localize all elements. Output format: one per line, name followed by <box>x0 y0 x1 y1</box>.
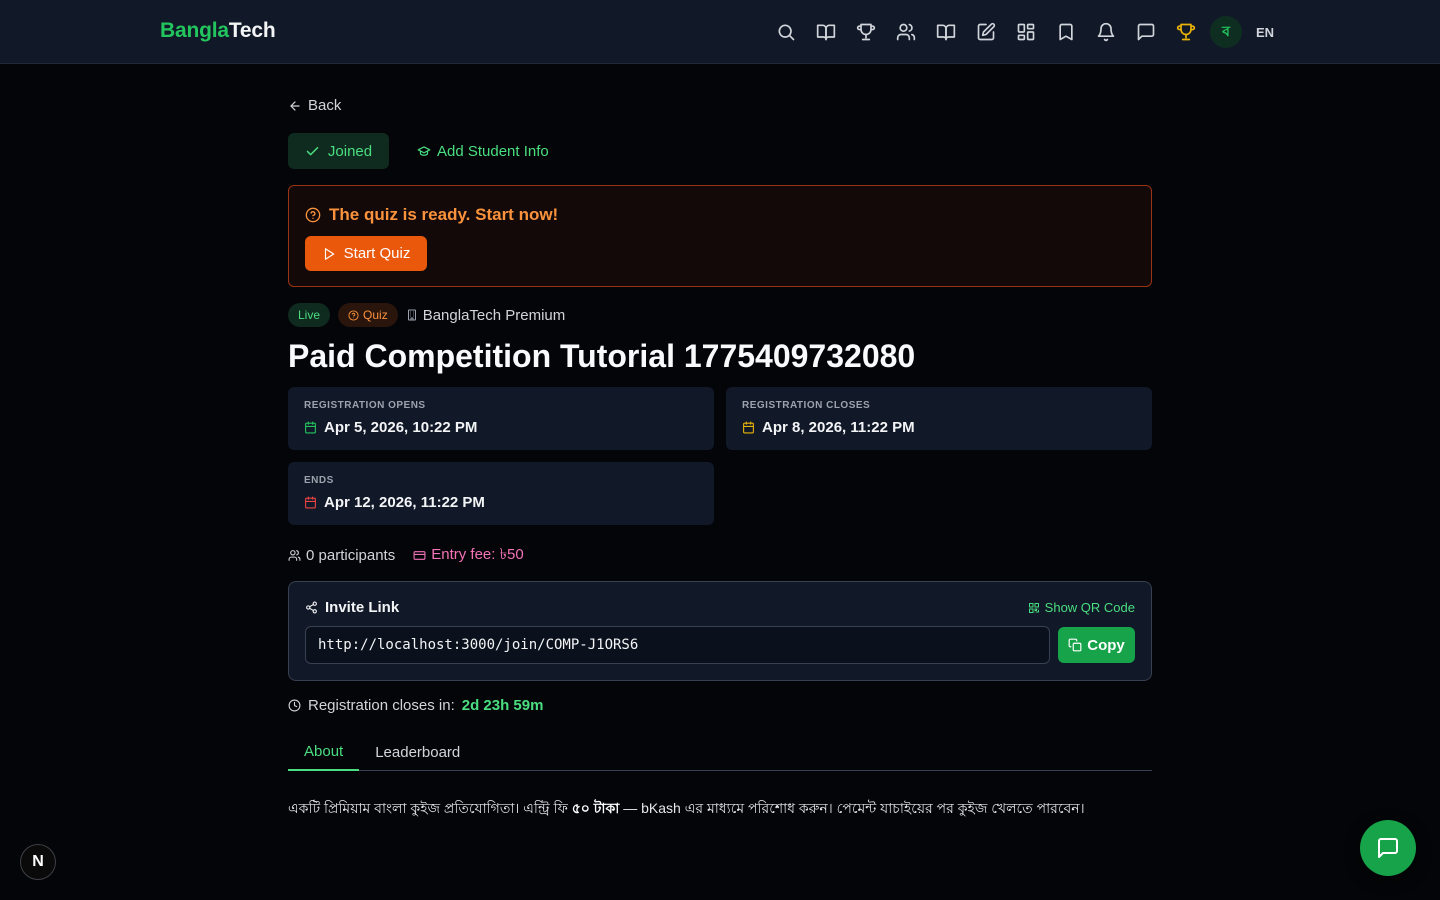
tab-leaderboard[interactable]: Leaderboard <box>359 734 476 771</box>
alert-title: The quiz is ready. Start now! <box>305 205 558 225</box>
page-title: Paid Competition Tutorial 1775409732080 <box>288 338 916 374</box>
book-icon[interactable] <box>806 12 846 52</box>
description-part-1: একটি প্রিমিয়াম বাংলা কুইজ প্রতিযোগিতা। … <box>288 800 572 816</box>
registration-opens-label: REGISTRATION OPENS <box>304 400 426 411</box>
countdown-label: Registration closes in: <box>308 697 455 714</box>
competition-meta: 0 participants Entry fee: ৳50 <box>288 544 524 566</box>
registration-opens-value-row: Apr 5, 2026, 10:22 PM <box>304 419 477 436</box>
registration-closes-label: REGISTRATION CLOSES <box>742 400 871 411</box>
bookmark-icon[interactable] <box>1046 12 1086 52</box>
quiz-badge-label: Quiz <box>363 308 388 322</box>
invite-title: Invite Link <box>305 599 399 616</box>
entry-fee: Entry fee: ৳50 <box>413 543 524 568</box>
ends-value-row: Apr 12, 2026, 11:22 PM <box>304 494 485 511</box>
message-icon <box>1378 838 1398 858</box>
back-label: Back <box>308 97 342 114</box>
registration-countdown: Registration closes in: 2d 23h 59m <box>288 697 543 714</box>
share-icon <box>306 601 317 614</box>
countdown-value: 2d 23h 59m <box>461 697 544 714</box>
tab-about[interactable]: About <box>288 734 360 771</box>
nextjs-dev-badge[interactable]: N <box>20 844 56 880</box>
organizer-name: BanglaTech Premium <box>422 306 566 324</box>
calendar-icon <box>305 496 316 509</box>
users-icon[interactable] <box>886 12 926 52</box>
copy-icon <box>1068 638 1082 652</box>
quiz-ready-alert: The quiz is ready. Start now! Start Quiz <box>288 185 1152 287</box>
calendar-icon <box>305 421 316 434</box>
copy-label: Copy <box>1087 636 1125 654</box>
credit-card-icon <box>413 550 426 560</box>
trophy-gold-icon[interactable] <box>1166 12 1206 52</box>
invite-link-panel: Invite Link Show QR Code Copy <box>288 581 1152 681</box>
registration-closes-value: Apr 8, 2026, 11:22 PM <box>762 419 915 436</box>
users-icon <box>288 549 301 561</box>
ends-value: Apr 12, 2026, 11:22 PM <box>324 494 485 511</box>
description-part-2: — bKash এর মাধ্যমে পরিশোধ করুন। পেমেন্ট … <box>619 800 1085 816</box>
play-icon <box>324 247 334 260</box>
competition-tags: Live Quiz BanglaTech Premium <box>288 303 565 327</box>
quiz-badge: Quiz <box>338 303 398 327</box>
joined-button[interactable]: Joined <box>288 133 389 169</box>
language-toggle[interactable]: EN <box>1256 25 1274 40</box>
back-link[interactable]: Back <box>288 97 341 114</box>
top-navbar: BanglaTech ব EN <box>0 0 1440 64</box>
brand-logo[interactable]: BanglaTech <box>160 19 276 43</box>
invite-link-input[interactable] <box>305 626 1050 664</box>
edit-icon[interactable] <box>966 12 1006 52</box>
start-quiz-label: Start Quiz <box>343 245 411 262</box>
show-qr-label: Show QR Code <box>1044 600 1135 615</box>
nav-actions: ব EN <box>766 12 1274 52</box>
start-quiz-button[interactable]: Start Quiz <box>305 236 427 271</box>
registration-closes-card: REGISTRATION CLOSES Apr 8, 2026, 11:22 P… <box>726 387 1152 450</box>
graduation-cap-icon <box>417 146 431 156</box>
clock-icon <box>288 699 301 712</box>
participants-text: 0 participants <box>306 546 396 564</box>
participants-count: 0 participants <box>288 547 395 564</box>
invite-title-text: Invite Link <box>325 599 400 616</box>
student-info-label: Add Student Info <box>437 142 549 160</box>
bell-icon[interactable] <box>1086 12 1126 52</box>
ends-card: ENDS Apr 12, 2026, 11:22 PM <box>288 462 714 525</box>
competition-description: একটি প্রিমিয়াম বাংলা কুইজ প্রতিযোগিতা। … <box>288 797 1152 821</box>
detail-tabs: About Leaderboard <box>288 734 1152 771</box>
brand-part-2: Tech <box>228 19 276 42</box>
alert-text: The quiz is ready. Start now! <box>329 205 559 224</box>
grid-icon[interactable] <box>1006 12 1046 52</box>
description-bold: ৫০ টাকা <box>571 800 620 816</box>
live-badge: Live <box>288 303 331 327</box>
registration-opens-value: Apr 5, 2026, 10:22 PM <box>324 419 478 436</box>
organizer: BanglaTech Premium <box>406 306 566 324</box>
ends-label: ENDS <box>304 475 334 486</box>
user-avatar[interactable]: ব <box>1210 16 1242 48</box>
joined-label: Joined <box>327 142 373 160</box>
qr-code-icon <box>1028 602 1039 613</box>
calendar-icon <box>743 421 754 434</box>
help-circle-icon <box>305 207 321 223</box>
help-circle-icon <box>348 309 359 321</box>
show-qr-button[interactable]: Show QR Code <box>1028 600 1135 615</box>
brand-part-1: Bangla <box>160 19 229 42</box>
registration-closes-value-row: Apr 8, 2026, 11:22 PM <box>742 419 915 436</box>
chat-fab-button[interactable] <box>1360 820 1416 876</box>
book-open-icon[interactable] <box>926 12 966 52</box>
search-icon[interactable] <box>766 12 806 52</box>
trophy-icon[interactable] <box>846 12 886 52</box>
registration-opens-card: REGISTRATION OPENS Apr 5, 2026, 10:22 PM <box>288 387 714 450</box>
entry-fee-text: Entry fee: ৳50 <box>431 545 524 563</box>
arrow-left-icon <box>290 100 300 111</box>
building-icon <box>407 309 416 321</box>
check-icon <box>306 146 319 155</box>
add-student-info-button[interactable]: Add Student Info <box>417 133 549 169</box>
copy-button[interactable]: Copy <box>1058 627 1135 663</box>
message-icon[interactable] <box>1126 12 1166 52</box>
